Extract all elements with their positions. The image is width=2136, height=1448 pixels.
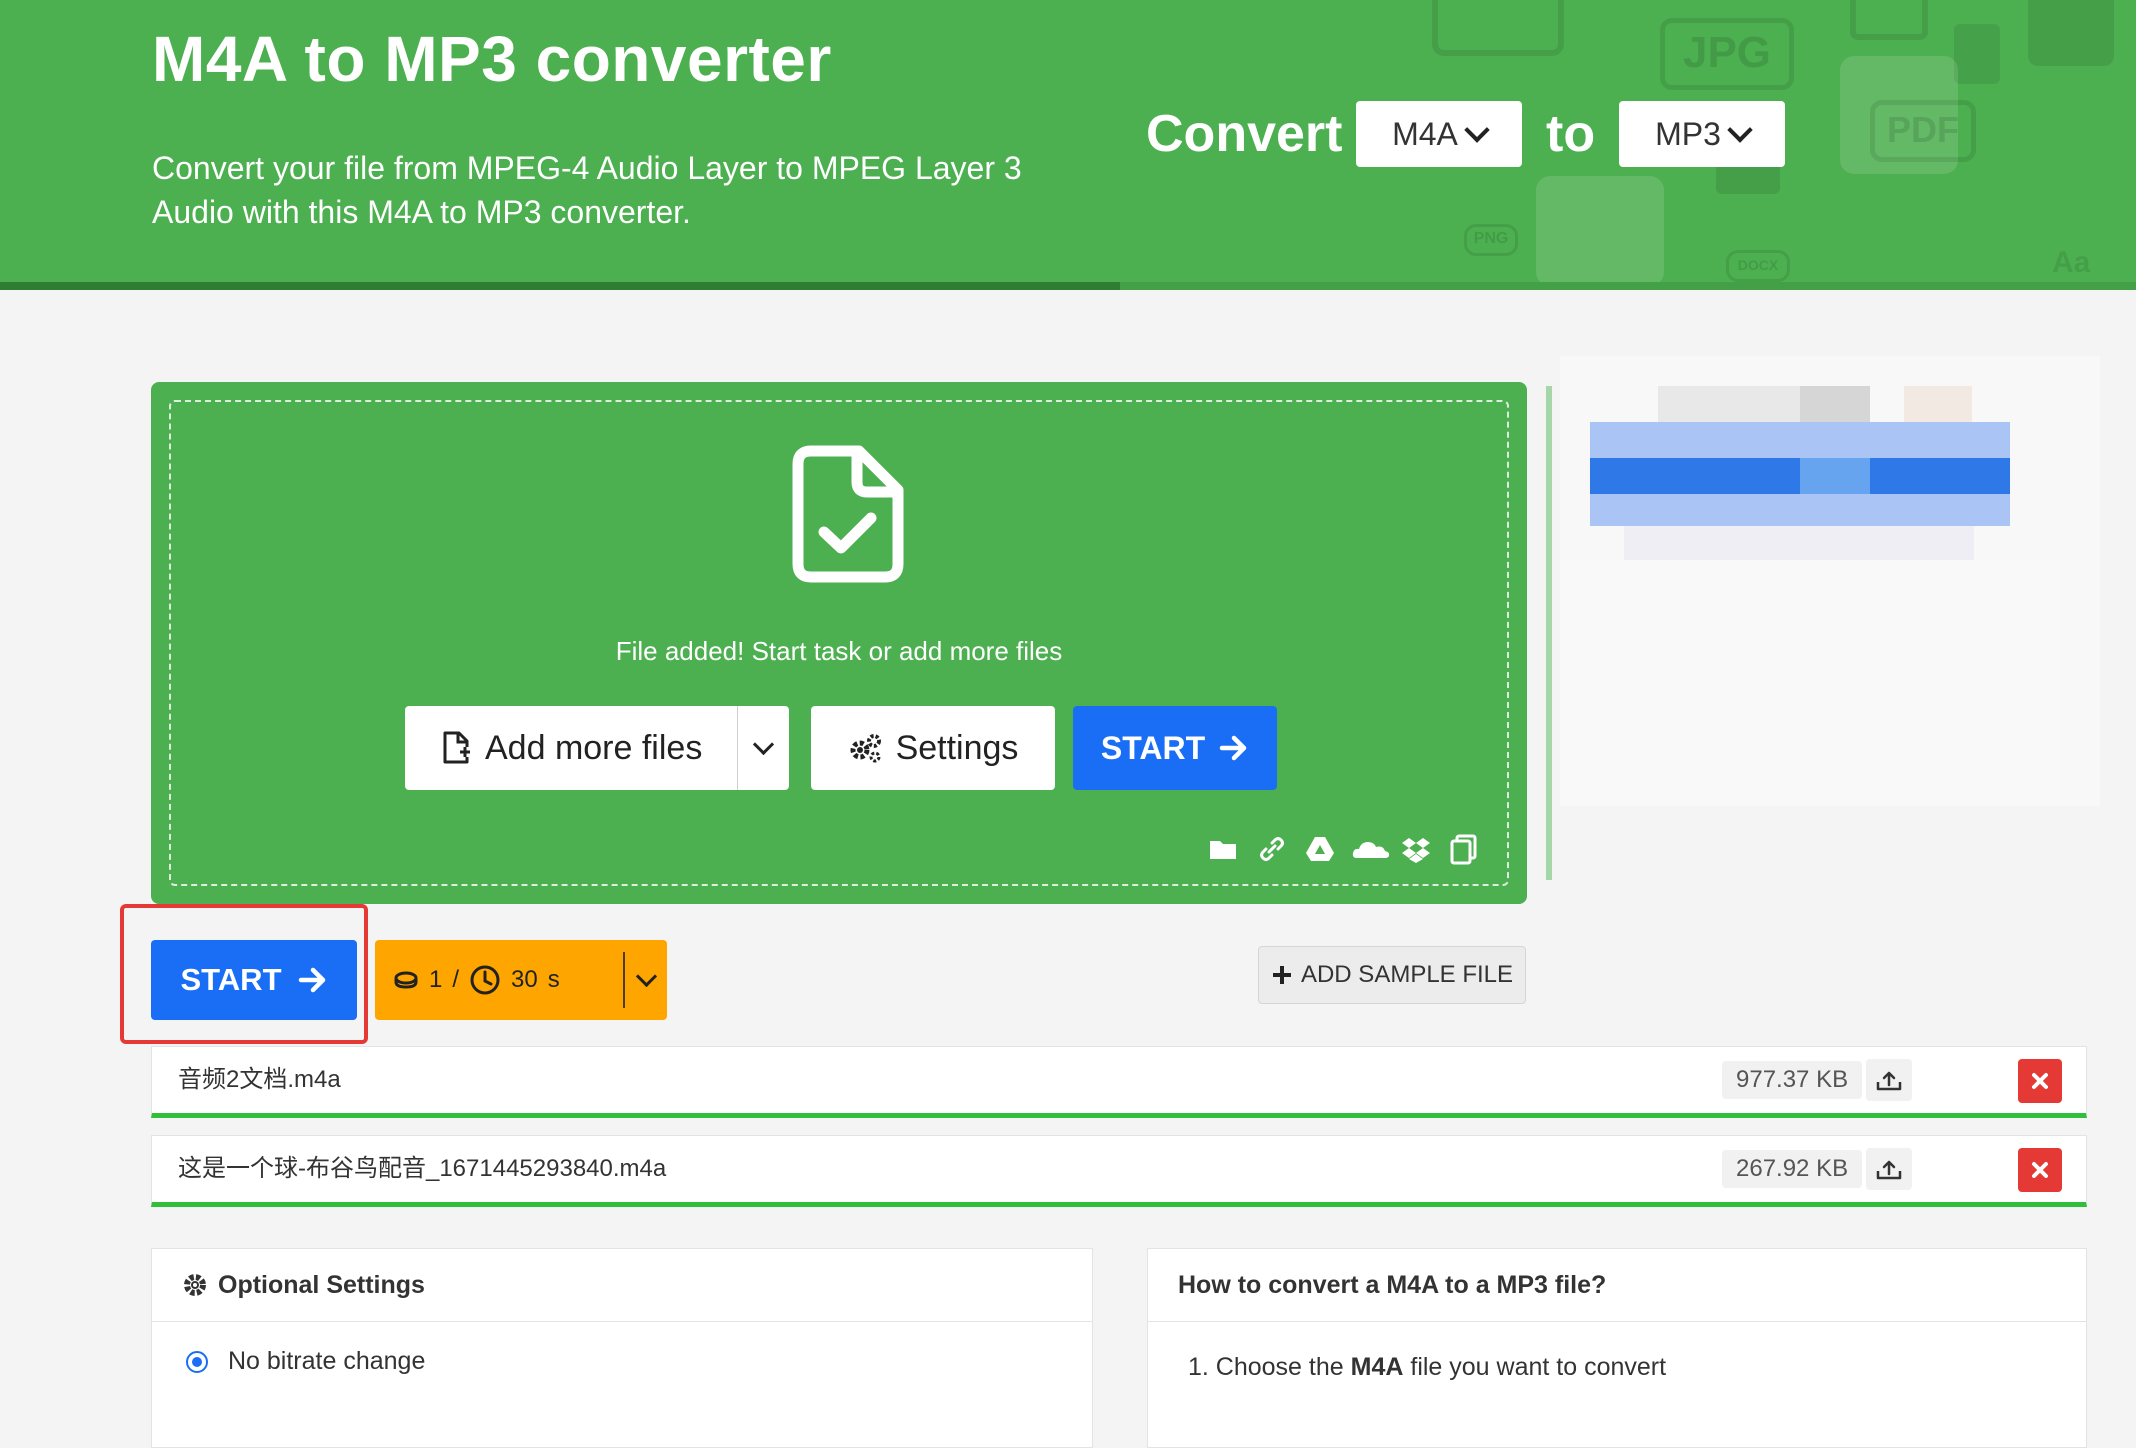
howto-title: How to convert a M4A to a MP3 file? (1178, 1270, 1607, 1299)
start-button[interactable]: START (151, 940, 357, 1020)
onedrive-icon[interactable] (1351, 832, 1390, 866)
howto-header: How to convert a M4A to a MP3 file? (1148, 1249, 2086, 1322)
chevron-down-icon (1464, 117, 1490, 143)
to-format-select[interactable]: MP3 (1619, 101, 1785, 167)
howto-panel: How to convert a M4A to a MP3 file? 1. C… (1147, 1248, 2087, 1448)
button-divider (623, 952, 625, 1008)
clock-icon (470, 965, 500, 995)
font-icon: Aa (2052, 246, 2091, 279)
optional-settings-panel: Optional Settings No bitrate change (151, 1248, 1093, 1448)
credits-time-button[interactable]: 1 / 30 s (375, 940, 667, 1020)
credits-count: 1 (429, 966, 443, 993)
settings-label: Settings (895, 728, 1019, 767)
bg-doc-shape (1536, 176, 1664, 286)
coins-icon (394, 971, 418, 989)
file-row: 这是一个球-布谷鸟配音_1671445293840.m4a 267.92 KB (151, 1135, 2087, 1207)
time-unit: s (547, 966, 560, 993)
chevron-down-icon (635, 965, 657, 987)
no-bitrate-change-label[interactable]: No bitrate change (228, 1347, 425, 1376)
file-size: 977.37 KB (1722, 1061, 1863, 1099)
to-format-value: MP3 (1655, 115, 1721, 152)
add-file-icon (443, 731, 470, 764)
optional-settings-header: Optional Settings (152, 1249, 1092, 1322)
add-sample-file-label: ADD SAMPLE FILE (1300, 961, 1514, 988)
from-format-select[interactable]: M4A (1356, 101, 1522, 167)
start-button-dropzone[interactable]: START (1073, 706, 1277, 790)
howto-step-1-format: M4A (1350, 1353, 1404, 1381)
credits-separator: / (452, 966, 460, 993)
dropzone-border: File added! Start task or add more files… (169, 400, 1509, 886)
file-size: 267.92 KB (1722, 1150, 1863, 1188)
ad-pixel (1800, 458, 1870, 494)
from-format-value: M4A (1392, 115, 1458, 152)
file-check-icon (792, 445, 904, 583)
chevron-down-icon (752, 733, 775, 755)
ad-pixel (1800, 386, 1870, 422)
remove-file-button[interactable] (2018, 1059, 2062, 1103)
arrow-right-icon (1219, 735, 1247, 761)
ad-pixel (1590, 494, 2010, 526)
remove-file-button[interactable] (2018, 1148, 2062, 1192)
cloud-upload-icon (1876, 1160, 1902, 1180)
credits-dropdown[interactable] (625, 965, 667, 987)
add-more-files-button[interactable]: Add more files (405, 706, 789, 790)
upload-dropzone[interactable]: File added! Start task or add more files… (151, 382, 1527, 904)
plus-icon (1272, 966, 1291, 984)
mail-icon (1432, 0, 1564, 56)
file-row: 音频2文档.m4a 977.37 KB (151, 1046, 2087, 1118)
ad-pixel (1560, 560, 2060, 800)
start-label: START (180, 962, 282, 997)
credits-time-info: 1 / 30 s (375, 964, 623, 996)
file-name: 音频2文档.m4a (178, 1066, 341, 1093)
close-icon (2032, 1073, 2048, 1089)
cogs-icon (850, 734, 881, 763)
howto-step-1-prefix: 1. Choose the (1188, 1353, 1351, 1381)
xls-icon (1954, 24, 2000, 84)
header-progress-track (1120, 282, 2136, 290)
no-bitrate-change-radio[interactable] (186, 1351, 208, 1373)
optional-settings-title: Optional Settings (218, 1270, 425, 1299)
sidebar-divider (1546, 386, 1552, 880)
page-title: M4A to MP3 converter (152, 23, 832, 95)
image-icon (1850, 0, 1928, 40)
close-icon (2032, 1162, 2048, 1178)
convert-label: Convert (1146, 105, 1343, 163)
jpg-icon: JPG (1660, 18, 1794, 90)
clipboard-icon[interactable] (1447, 832, 1481, 866)
page-subtitle: Convert your file from MPEG-4 Audio Laye… (152, 150, 1022, 230)
google-drive-icon[interactable] (1303, 832, 1337, 866)
link-icon[interactable] (1255, 832, 1289, 866)
upload-status-text: File added! Start task or add more files (615, 636, 1063, 666)
file-name: 这是一个球-布谷鸟配音_1671445293840.m4a (178, 1155, 667, 1182)
ad-pixel (1624, 526, 1974, 560)
gear-icon (184, 1274, 206, 1296)
to-label: to (1546, 105, 1596, 163)
upload-to-cloud-button[interactable] (1866, 1148, 1912, 1190)
ad-pixel (1590, 422, 2010, 458)
add-more-files-label: Add more files (485, 728, 703, 767)
png-icon: PNG (1464, 224, 1518, 256)
page-header: JPG PDF PNG DOCX Aa M4A to MP3 converter… (0, 0, 2136, 290)
upload-source-icons (1207, 832, 1481, 866)
chart-icon (2028, 0, 2114, 66)
add-more-files-main[interactable]: Add more files (405, 729, 737, 768)
arrow-right-icon (298, 967, 325, 993)
time-value: 30 (511, 966, 538, 993)
dropbox-icon[interactable] (1399, 832, 1433, 866)
cloud-upload-icon (1876, 1071, 1902, 1091)
start-label: START (1100, 729, 1206, 766)
pdf-icon: PDF (1870, 100, 1976, 162)
ad-pixel (1904, 386, 1972, 422)
chevron-down-icon (1727, 117, 1753, 143)
add-sample-file-button[interactable]: ADD SAMPLE FILE (1258, 946, 1526, 1004)
upload-to-cloud-button[interactable] (1866, 1059, 1912, 1101)
ad-placeholder (1560, 356, 2100, 806)
folder-icon[interactable] (1207, 832, 1241, 866)
docx-icon: DOCX (1726, 250, 1790, 282)
settings-button[interactable]: Settings (811, 706, 1055, 790)
howto-step-1: 1. Choose the M4A file you want to conve… (1188, 1353, 1666, 1382)
howto-step-1-suffix: file you want to convert (1403, 1353, 1667, 1381)
add-more-files-dropdown[interactable] (738, 733, 789, 755)
header-progress-bar (0, 282, 1120, 290)
